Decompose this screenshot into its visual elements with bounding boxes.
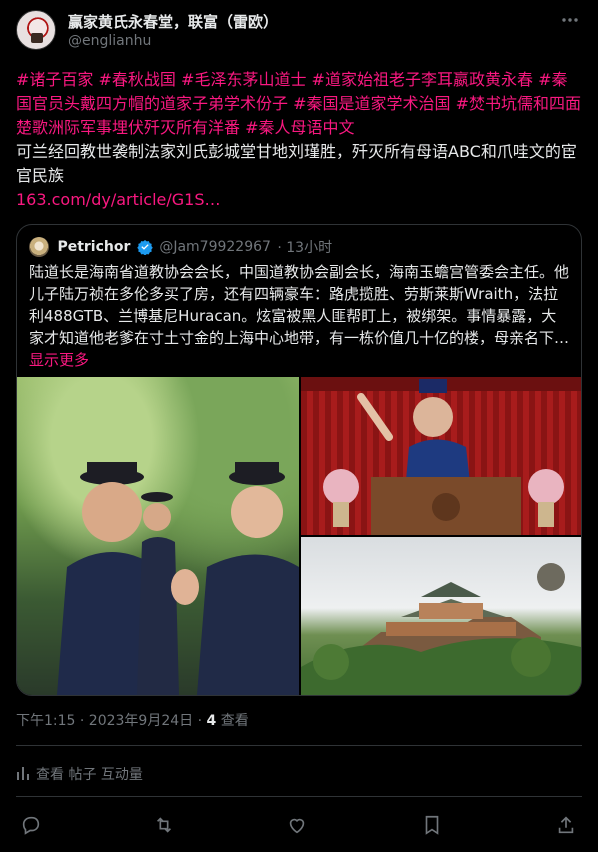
tweet-body: 可兰经回教世袭制法家刘氏彭城堂甘地刘瑾胜，歼灭所有母语ABC和爪哇文的宦官民族: [16, 142, 577, 185]
quote-media-grid: [17, 377, 581, 695]
more-options-icon[interactable]: [558, 10, 582, 30]
quote-avatar: [29, 237, 49, 257]
repost-icon[interactable]: [147, 808, 181, 842]
analytics-label: 查看 帖子 互动量: [36, 767, 143, 783]
hashtags: #诸子百家 #春秋战国 #毛泽东茅山道士 #道家始祖老子李耳嬴政黄永春 #秦国官…: [16, 68, 582, 140]
quote-timestamp: · 13小时: [277, 240, 333, 256]
bookmark-icon[interactable]: [415, 808, 449, 842]
author-avatar[interactable]: [16, 10, 56, 50]
hashtag-link[interactable]: #毛泽东茅山道士: [181, 70, 306, 89]
post-analytics-link[interactable]: 查看 帖子 互动量: [16, 764, 143, 784]
tweet-timestamp[interactable]: 下午1:15 · 2023年9月24日 ·: [16, 713, 207, 729]
quote-author-handle: @Jam79922967: [159, 239, 271, 255]
hashtag-link[interactable]: #诸子百家: [16, 70, 93, 89]
reply-icon[interactable]: [14, 808, 48, 842]
hashtag-link[interactable]: #春秋战国: [99, 70, 176, 89]
media-photo-speech-podium[interactable]: [301, 377, 581, 535]
divider: [16, 745, 582, 746]
hashtag-link[interactable]: #秦国是道家学术治国: [293, 94, 450, 113]
analytics-bar-icon: [17, 767, 29, 780]
tweet-text: #诸子百家 #春秋战国 #毛泽东茅山道士 #道家始祖老子李耳嬴政黄永春 #秦国官…: [16, 68, 582, 212]
tweet-action-bar: [16, 808, 582, 842]
media-photo-temple-hill[interactable]: [301, 537, 581, 695]
tweet-header: 赢家黄氏永春堂，联富（雷欧） @englianhu: [16, 10, 582, 54]
views-count: 4: [206, 713, 217, 729]
show-more-link[interactable]: 显示更多: [29, 351, 89, 369]
author-handle[interactable]: @englianhu: [68, 33, 151, 49]
share-icon[interactable]: [549, 808, 583, 842]
quote-header: Petrichor @Jam79922967 · 13小时: [29, 237, 332, 257]
author-display-name[interactable]: 赢家黄氏永春堂，联富（雷欧）: [68, 11, 278, 32]
quote-body: 陆道长是海南省道教协会会长，中国道教协会副会长，海南玉蟾宫管委会主任。他儿子陆万…: [29, 263, 570, 347]
views-label: 查看: [216, 713, 249, 729]
divider: [16, 796, 582, 797]
verified-badge-icon: [137, 240, 153, 256]
media-photo-priests-garden[interactable]: [17, 377, 299, 695]
quoted-tweet[interactable]: Petrichor @Jam79922967 · 13小时 陆道长是海南省道教协…: [16, 224, 582, 696]
like-icon[interactable]: [280, 808, 314, 842]
hashtag-link[interactable]: #秦人母语中文: [245, 118, 354, 137]
quote-author-name: Petrichor: [57, 239, 131, 255]
quote-text: 陆道长是海南省道教协会会长，中国道教协会副会长，海南玉蟾宫管委会主任。他儿子陆万…: [29, 261, 571, 371]
tweet-timestamp-views: 下午1:15 · 2023年9月24日 · 4 查看: [16, 710, 249, 730]
article-link[interactable]: 163.com/dy/article/G1S…: [16, 188, 582, 212]
hashtag-link[interactable]: #道家始祖老子李耳嬴政黄永春: [312, 70, 533, 89]
